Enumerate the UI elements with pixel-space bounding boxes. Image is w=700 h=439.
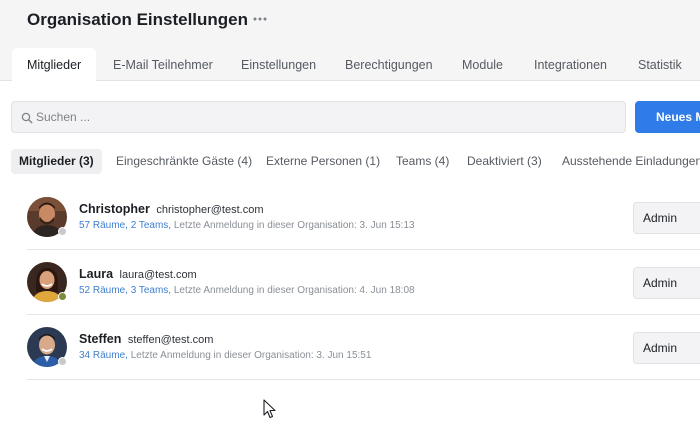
member-name-line: Laura laura@test.com — [79, 267, 197, 281]
ellipsis-icon[interactable] — [252, 11, 268, 29]
subtab-eingeschraenkte-gaeste[interactable]: Eingeschränkte Gäste (4) — [108, 149, 260, 174]
avatar — [27, 197, 67, 237]
last-login: Letzte Anmeldung in dieser Organisation:… — [130, 350, 372, 361]
tab-berechtigungen[interactable]: Berechtigungen — [330, 48, 448, 82]
last-login: Letzte Anmeldung in dieser Organisation:… — [173, 220, 415, 231]
member-meta: 34 Räume, Letzte Anmeldung in dieser Org… — [79, 350, 371, 361]
role-select[interactable]: Admin — [633, 267, 700, 299]
presence-indicator — [58, 357, 67, 366]
subtab-ausstehende-einladungen[interactable]: Ausstehende Einladungen — [554, 149, 700, 174]
role-select[interactable]: Admin — [633, 202, 700, 234]
avatar — [27, 262, 67, 302]
member-meta: 57 Räume, 2 Teams, Letzte Anmeldung in d… — [79, 220, 415, 231]
search-box[interactable] — [11, 101, 626, 133]
member-email: steffen@test.com — [127, 334, 214, 346]
rooms-teams-link[interactable]: 57 Räume, 2 Teams, — [79, 220, 171, 231]
member-name: Laura — [79, 267, 114, 281]
subtab-teams[interactable]: Teams (4) — [388, 149, 457, 174]
presence-indicator — [58, 227, 67, 236]
member-email: christopher@test.com — [156, 204, 264, 216]
tab-module[interactable]: Module — [447, 48, 518, 82]
member-name-line: Steffen steffen@test.com — [79, 332, 213, 346]
member-name: Steffen — [79, 332, 122, 346]
search-input[interactable] — [36, 102, 616, 132]
member-row[interactable]: Christopher christopher@test.com 57 Räum… — [27, 185, 700, 250]
tab-integrationen[interactable]: Integrationen — [519, 48, 622, 82]
avatar — [27, 327, 67, 367]
tab-einstellungen[interactable]: Einstellungen — [226, 48, 331, 82]
tab-email-teilnehmer[interactable]: E-Mail Teilnehmer — [98, 48, 228, 82]
tab-statistik[interactable]: Statistik — [623, 48, 697, 82]
member-row[interactable]: Steffen steffen@test.com 34 Räume, Letzt… — [27, 315, 700, 380]
new-member-button[interactable]: Neues M — [635, 101, 700, 133]
member-name: Christopher — [79, 202, 150, 216]
page-title: Organisation Einstellungen — [27, 10, 249, 29]
subtab-mitglieder[interactable]: Mitglieder (3) — [11, 149, 102, 174]
search-icon — [21, 111, 33, 124]
tab-mitglieder[interactable]: Mitglieder — [12, 48, 97, 82]
subtab-externe-personen[interactable]: Externe Personen (1) — [258, 149, 388, 174]
page-header: Organisation Einstellungen Mitglieder E-… — [0, 0, 700, 82]
mouse-cursor-icon — [263, 399, 277, 424]
member-row[interactable]: Laura laura@test.com 52 Räume, 3 Teams, … — [27, 250, 700, 315]
last-login: Letzte Anmeldung in dieser Organisation:… — [173, 285, 415, 296]
member-meta: 52 Räume, 3 Teams, Letzte Anmeldung in d… — [79, 285, 415, 296]
member-email: laura@test.com — [119, 269, 197, 281]
role-select[interactable]: Admin — [633, 332, 700, 364]
subtab-deaktiviert[interactable]: Deaktiviert (3) — [459, 149, 550, 174]
rooms-teams-link[interactable]: 34 Räume, — [79, 350, 128, 361]
rooms-teams-link[interactable]: 52 Räume, 3 Teams, — [79, 285, 171, 296]
member-name-line: Christopher christopher@test.com — [79, 202, 263, 216]
presence-indicator — [58, 292, 67, 301]
